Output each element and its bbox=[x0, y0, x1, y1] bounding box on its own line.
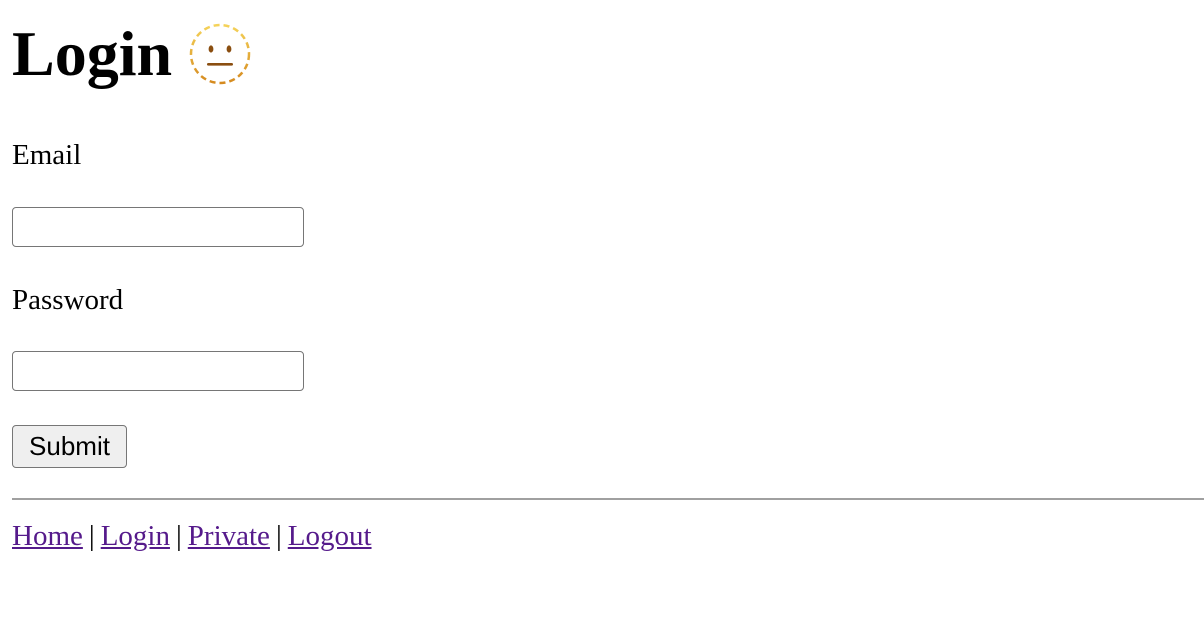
password-field[interactable] bbox=[12, 351, 304, 391]
password-label: Password bbox=[12, 284, 124, 316]
email-field[interactable] bbox=[12, 207, 304, 247]
neutral-face-icon bbox=[188, 22, 252, 86]
divider bbox=[12, 498, 1204, 500]
nav-separator: | bbox=[275, 520, 282, 552]
nav-link-logout[interactable]: Logout bbox=[288, 520, 372, 552]
nav-link-login[interactable]: Login bbox=[101, 520, 170, 552]
submit-button[interactable]: Submit bbox=[12, 425, 127, 468]
nav-link-home[interactable]: Home bbox=[12, 520, 83, 552]
nav-separator: | bbox=[88, 520, 95, 552]
login-page: Login Email Password Submit Home | Login | P… bbox=[0, 0, 1204, 632]
email-label: Email bbox=[12, 139, 82, 171]
nav-link-private[interactable]: Private bbox=[188, 520, 270, 552]
footer-nav: Home | Login | Private | Logout bbox=[12, 522, 372, 551]
title-row: Login bbox=[12, 14, 252, 94]
page-title: Login bbox=[12, 18, 173, 89]
nav-separator: | bbox=[175, 520, 182, 552]
